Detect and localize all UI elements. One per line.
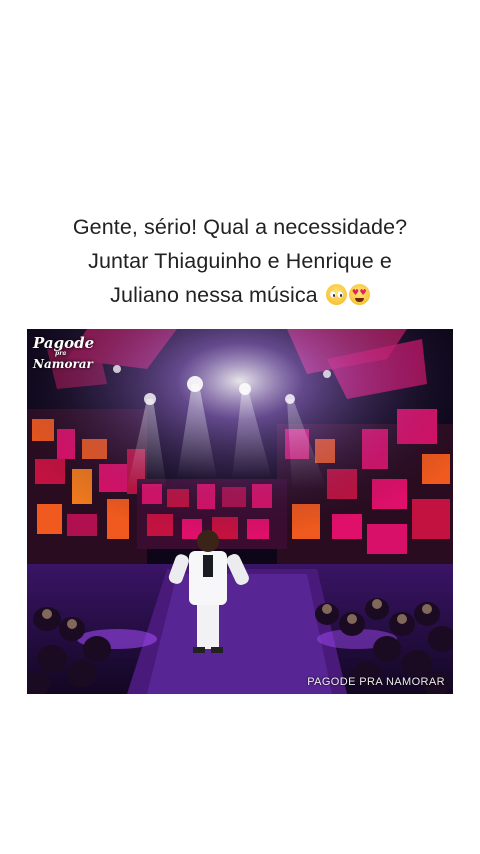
caption-line-3-wrap: Juliano nessa música ♥ ♥ bbox=[0, 278, 480, 312]
video-watermark: PAGODE PRA NAMORAR bbox=[307, 676, 445, 688]
post-caption: Gente, sério! Qual a necessidade? Juntar… bbox=[0, 210, 480, 312]
heart-eyes-emoji: ♥ ♥ bbox=[348, 284, 370, 305]
channel-logo: Pagode pra Namorar bbox=[33, 335, 94, 371]
pleading-face-emoji bbox=[325, 284, 347, 305]
video-player[interactable]: Pagode pra Namorar PAGODE PRA NAMORAR bbox=[27, 329, 453, 694]
logo-line-1: Pagode bbox=[33, 334, 95, 352]
concert-stage-scene bbox=[27, 329, 453, 694]
caption-line-1: Gente, sério! Qual a necessidade? bbox=[72, 215, 408, 239]
caption-line-2: Juntar Thiaguinho e Henrique e bbox=[88, 249, 392, 273]
caption-line-3: Juliano nessa música bbox=[110, 283, 318, 307]
logo-line-3: Namorar bbox=[33, 357, 93, 371]
